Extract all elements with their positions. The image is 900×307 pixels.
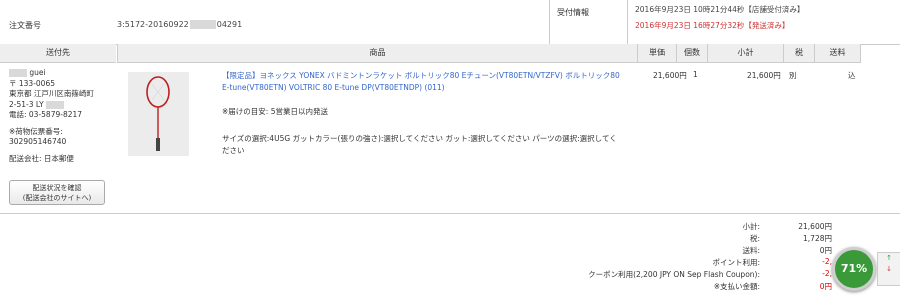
- header-subtotal: 小計: [707, 44, 783, 63]
- total-value: 1,728円: [803, 234, 832, 243]
- sender-address1: 東京都 江戸川区南篠崎町: [9, 89, 94, 98]
- track-shipment-button[interactable]: 配送状況を確認 (配送会社のサイトへ): [9, 180, 105, 205]
- product-title-link[interactable]: 【限定品】ヨネックス YONEX バドミントンラケット ボルトリック80 Eチュ…: [222, 70, 620, 94]
- unit-price: 21,600円: [653, 71, 687, 80]
- product-options: サイズの選択:4U5G ガットカラー(張りの強さ):選択してください ガット:選…: [222, 134, 617, 155]
- redacted-mask: [189, 20, 216, 29]
- product-image[interactable]: [128, 72, 189, 156]
- header-unit-price: 単価: [637, 44, 676, 63]
- tax-type: 別: [789, 71, 797, 80]
- redacted-mask: [46, 100, 65, 109]
- racket-icon: [146, 76, 170, 151]
- order-number-prefix: 3:5172-20160922: [117, 20, 189, 29]
- sender-address-block: guei 〒 133-0065 東京都 江戸川区南篠崎町 2-51-3 LY 電…: [9, 68, 114, 164]
- redacted-mask: [9, 69, 27, 77]
- quantity: 1: [693, 70, 698, 79]
- total-label: 税:: [749, 234, 760, 243]
- total-value: 0円: [819, 246, 832, 255]
- total-label: 送料:: [742, 246, 760, 255]
- order-info-row: 注文番号 3:5172-20160922 04291 受付情報 2016年9月23…: [0, 0, 900, 45]
- total-value: -2,: [822, 257, 832, 266]
- order-number-label: 注文番号: [9, 21, 41, 30]
- sender-address2: 2-51-3 LY: [9, 100, 114, 111]
- carrier: 配送会社: 日本郵便: [9, 153, 74, 163]
- header-qty: 個数: [676, 44, 707, 63]
- receipt-info-label: 受付情報: [557, 8, 589, 17]
- order-number-suffix: 04291: [216, 20, 243, 29]
- total-label: クーポン利用(2,200 JPY ON Sep Flash Coupon):: [588, 270, 760, 279]
- total-value: -2,: [822, 269, 832, 278]
- progress-gauge[interactable]: 71%: [832, 247, 876, 291]
- arrow-down-icon[interactable]: ↓: [878, 264, 900, 275]
- total-label: ポイント利用:: [712, 258, 760, 267]
- receipt-status-line: 2016年9月23日 10時21分44秒【店舗受付済み】: [635, 5, 805, 14]
- divider: [627, 0, 628, 44]
- total-value: 21,600円: [798, 222, 832, 231]
- divider: [549, 0, 550, 44]
- scroll-arrows[interactable]: ↑ ↓: [877, 252, 900, 286]
- delivery-estimate: ※届けの目安: 5営業日以内発送: [222, 107, 328, 116]
- header-shipping: 送料: [814, 44, 861, 63]
- shipping-status-line: 2016年9月23日 16時27分32秒【発送済み】: [635, 21, 790, 30]
- total-value: 0円: [819, 282, 832, 291]
- shipping-included: 込: [848, 71, 856, 80]
- sender-name: guei: [9, 68, 114, 79]
- order-number: 3:5172-20160922 04291: [117, 20, 242, 29]
- tracking-number-label: ※荷物伝票番号:: [9, 126, 63, 136]
- total-label: ※支払い金額:: [713, 282, 760, 291]
- header-tax: 税: [783, 44, 814, 63]
- line-subtotal: 21,600円: [747, 71, 781, 80]
- sender-phone: 電話: 03-5879-8217: [9, 110, 83, 119]
- header-product: 商品: [117, 44, 637, 63]
- tracking-number: 302905146740: [9, 137, 67, 146]
- total-label: 小計:: [742, 222, 760, 231]
- arrow-up-icon[interactable]: ↑: [878, 253, 900, 264]
- divider: [0, 213, 900, 214]
- sender-postal: 〒 133-0065: [9, 78, 55, 88]
- header-sender: 送付先: [0, 44, 116, 63]
